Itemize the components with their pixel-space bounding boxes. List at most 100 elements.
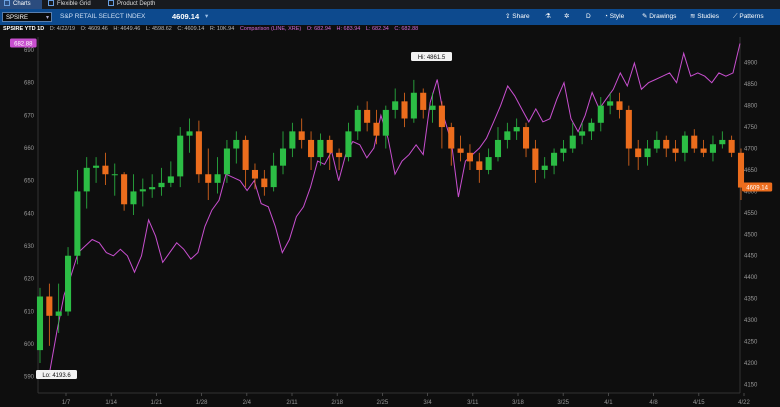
x-tick-label: 2/4: [243, 400, 252, 406]
candle-down: [532, 148, 539, 170]
drawings-button[interactable]: ✎ Drawings: [642, 9, 676, 25]
candle-up: [551, 152, 558, 166]
right-tick-label: 4200: [744, 361, 758, 367]
left-tick-label: 670: [24, 113, 35, 119]
candle-up: [681, 135, 688, 153]
x-tick-label: 4/1: [604, 400, 613, 406]
studies-label: Studies: [697, 13, 719, 20]
candle-up: [289, 131, 296, 149]
left-last-price-tag: 682.88: [14, 42, 33, 48]
candle-up: [560, 148, 567, 153]
x-tick-label: 2/11: [286, 400, 298, 406]
x-tick-label: 3/11: [467, 400, 479, 406]
candle-down: [420, 92, 427, 110]
candle-up: [607, 101, 614, 106]
candle-up: [233, 139, 240, 149]
x-tick-label: 1/28: [196, 400, 208, 406]
candle-up: [149, 187, 156, 190]
style-button[interactable]: ◔ Style: [604, 9, 624, 25]
left-tick-label: 590: [24, 375, 35, 381]
candle-down: [242, 139, 249, 170]
candle-up: [317, 139, 324, 158]
candle-down: [635, 148, 642, 158]
candle-up: [504, 131, 511, 140]
candle-down: [401, 101, 408, 119]
x-tick-label: 4/8: [649, 400, 658, 406]
x-tick-label: 4/22: [738, 400, 750, 406]
x-tick-label: 4/15: [693, 400, 705, 406]
tab-label: Flexible Grid: [57, 1, 91, 7]
tab-label: Product Depth: [117, 1, 156, 7]
chart-area[interactable]: SPSIRE YTD 1D D: 4/22/19 O: 4609.46 H: 4…: [0, 25, 780, 407]
candle-down: [102, 165, 109, 175]
candle-up: [167, 176, 174, 183]
right-tick-label: 4400: [744, 275, 758, 281]
candle-down: [336, 152, 343, 158]
candle-up: [139, 189, 146, 192]
right-tick-label: 4650: [744, 168, 758, 174]
share-button[interactable]: ⇪ Share: [505, 9, 530, 25]
candle-up: [588, 122, 595, 132]
candle-up: [382, 109, 389, 136]
aggregation-button[interactable]: D: [586, 9, 591, 25]
x-tick-label: 3/4: [423, 400, 432, 406]
left-tick-label: 680: [24, 81, 35, 87]
candle-up: [541, 165, 548, 170]
studies-button[interactable]: ≋ Studies: [690, 9, 719, 25]
candle-down: [728, 139, 735, 153]
low-annotation: Lo: 4193.6: [42, 373, 71, 379]
left-tick-label: 640: [24, 211, 35, 217]
tab-label: Charts: [13, 1, 31, 7]
left-tick-label: 620: [24, 277, 35, 283]
right-tick-label: 4350: [744, 297, 758, 303]
candle-down: [625, 109, 632, 149]
grid-icon: [48, 0, 54, 7]
candle-up: [279, 148, 287, 166]
flask-icon[interactable]: ⚗: [545, 9, 551, 25]
candle-up: [74, 191, 81, 256]
left-tick-label: 690: [24, 48, 35, 54]
candle-down: [46, 296, 53, 316]
symbol-description: S&P RETAIL SELECT INDEX: [60, 13, 146, 20]
candle-down: [457, 148, 464, 153]
tab-product-depth[interactable]: Product Depth: [104, 0, 172, 9]
candle-up: [65, 255, 72, 312]
candle-up: [569, 135, 576, 149]
left-tick-label: 600: [24, 342, 35, 348]
left-tick-label: 630: [24, 244, 35, 250]
candle-down: [438, 105, 445, 128]
chart-icon: [4, 0, 10, 7]
dropdown-icon[interactable]: ▾: [205, 9, 208, 25]
right-tick-label: 4250: [744, 340, 758, 346]
x-tick-label: 2/25: [377, 400, 389, 406]
right-tick-label: 4300: [744, 318, 758, 324]
gear-icon[interactable]: ✲: [564, 9, 569, 25]
patterns-button[interactable]: ⟋ Patterns: [733, 9, 764, 25]
x-tick-label: 1/7: [62, 400, 71, 406]
share-label: Share: [512, 13, 530, 20]
tab-charts[interactable]: Charts: [0, 0, 42, 9]
patterns-label: Patterns: [739, 13, 764, 20]
tab-flexible-grid[interactable]: Flexible Grid: [44, 0, 108, 9]
candle-up: [93, 165, 100, 168]
symbol-value: SPSIRE: [6, 15, 29, 21]
candle-up: [719, 139, 726, 145]
candle-down: [121, 174, 128, 205]
right-tick-label: 4550: [744, 211, 758, 217]
candle-up: [485, 157, 492, 170]
candle-up: [130, 191, 137, 205]
candle-up: [186, 131, 193, 136]
candle-down: [737, 152, 745, 188]
depth-icon: [108, 0, 114, 7]
candle-down: [672, 148, 679, 153]
chevron-down-icon[interactable]: ▾: [46, 13, 49, 23]
candle-down: [364, 109, 371, 123]
candle-up: [223, 148, 230, 175]
candle-up: [513, 127, 520, 132]
symbol-input[interactable]: SPSIRE ▾: [2, 12, 52, 22]
price-chart[interactable]: 590 600 610 620 630 640 650 660 670 680 690 4150 420…: [0, 25, 780, 407]
candle-down: [261, 178, 268, 188]
candle-down: [476, 161, 483, 170]
candle-up: [597, 105, 604, 123]
candle-up: [392, 101, 399, 110]
